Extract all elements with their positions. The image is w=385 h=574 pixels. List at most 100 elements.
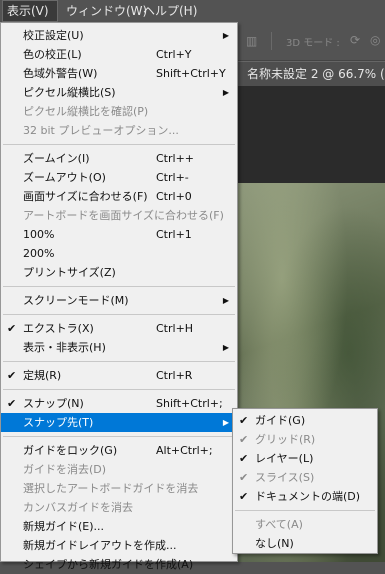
shortcut-label: Ctrl++ — [156, 152, 195, 165]
menu-separator — [3, 314, 235, 315]
menu-item-label: アートボードを画面サイズに合わせる(F) — [23, 209, 224, 222]
menu-item-label: ズームアウト(O) — [23, 171, 106, 184]
menu-item-label: なし(N) — [255, 537, 294, 550]
menu-item-label: スナップ(N) — [23, 397, 84, 410]
menu-view[interactable]: 表示(V) — [2, 0, 58, 22]
menu-separator — [3, 361, 235, 362]
menu-separator — [3, 389, 235, 390]
menu-item-label: プリントサイズ(Z) — [23, 266, 116, 279]
menu-item-label: ガイドを消去(D) — [23, 463, 107, 476]
view-menu-item-アートボードを画面サイズに合わせる: アートボードを画面サイズに合わせる(F) — [1, 206, 237, 225]
view-menu-item-ズームアウト[interactable]: ズームアウト(O) Ctrl+- — [1, 168, 237, 187]
view-menu-item-ピクセル縦横比[interactable]: ピクセル縦横比(S) ▶ — [1, 83, 237, 102]
shortcut-label: Ctrl+H — [156, 322, 194, 335]
toolbar-divider — [271, 32, 272, 50]
view-menu-item-ガイドを消去: ガイドを消去(D) — [1, 460, 237, 479]
snap-to-item-レイヤー[interactable]: ✔ レイヤー(L) — [233, 449, 377, 468]
menu-item-label: 校正設定(U) — [23, 29, 84, 42]
snap-to-item-すべて: すべて(A) — [233, 515, 377, 534]
menu-item-label: スライス(S) — [255, 471, 315, 484]
view-menu-item-定規[interactable]: ✔ 定規(R) Ctrl+R — [1, 366, 237, 385]
view-menu-item-新規ガイドレイアウトを作成[interactable]: 新規ガイドレイアウトを作成... — [1, 536, 237, 555]
menu-item-label: エクストラ(X) — [23, 322, 94, 335]
menu-item-label: すべて(A) — [255, 518, 303, 531]
menu-item-label: スナップ先(T) — [23, 416, 94, 429]
snap-to-item-なし[interactable]: なし(N) — [233, 534, 377, 553]
check-icon: ✔ — [7, 397, 17, 410]
menu-item-label: 32 bit プレビューオプション... — [23, 124, 179, 137]
menu-item-label: カンバスガイドを消去 — [23, 501, 133, 514]
menu-item-label: 新規ガイド(E)... — [23, 520, 105, 533]
submenu-arrow-icon: ▶ — [222, 296, 229, 305]
menu-item-label: 色の校正(L) — [23, 48, 82, 61]
menu-item-label: ガイドをロック(G) — [23, 444, 118, 457]
menu-separator — [3, 144, 235, 145]
submenu-arrow-icon: ▶ — [222, 418, 229, 427]
options-toolbar: ▥ 3D モード : ⟳ ◎ — [238, 22, 385, 61]
menu-window[interactable]: ウィンドウ(W) — [62, 0, 151, 22]
view-menu-item-32-bit-プレビューオプション: 32 bit プレビューオプション... — [1, 121, 237, 140]
menu-item-label: ドキュメントの端(D) — [255, 490, 361, 503]
view-menu-item-スクリーンモード[interactable]: スクリーンモード(M) ▶ — [1, 291, 237, 310]
view-menu-item-エクストラ[interactable]: ✔ エクストラ(X) Ctrl+H — [1, 319, 237, 338]
document-tab-bar: 名称未設定 2 @ 66.7% (a — [238, 61, 385, 86]
menu-item-label: ピクセル縦横比を確認(P) — [23, 105, 149, 118]
check-icon: ✔ — [239, 414, 249, 427]
menu-item-label: ガイド(G) — [255, 414, 306, 427]
shortcut-label: Ctrl+0 — [156, 190, 192, 203]
snap-to-item-ドキュメントの端[interactable]: ✔ ドキュメントの端(D) — [233, 487, 377, 506]
shortcut-label: Shift+Ctrl+; — [156, 397, 223, 410]
snap-to-submenu: ✔ ガイド(G) ✔ グリッド(R) ✔ レイヤー(L) ✔ スライス(S) ✔ ドキュメントの端… — [232, 408, 378, 554]
menu-item-label: スクリーンモード(M) — [23, 294, 129, 307]
view-menu-item-ピクセル縦横比を確認: ピクセル縦横比を確認(P) — [1, 102, 237, 121]
menu-separator — [3, 286, 235, 287]
menu-item-label: グリッド(R) — [255, 433, 316, 446]
menu-item-label: 新規ガイドレイアウトを作成... — [23, 539, 177, 552]
menubar: 表示(V) ウィンドウ(W) ヘルプ(H) — [0, 0, 385, 22]
view-menu-item-200%[interactable]: 200% — [1, 244, 237, 263]
shortcut-label: Ctrl+R — [156, 369, 193, 382]
view-menu-item-100%[interactable]: 100% Ctrl+1 — [1, 225, 237, 244]
snap-to-item-グリッド: ✔ グリッド(R) — [233, 430, 377, 449]
submenu-arrow-icon: ▶ — [222, 88, 229, 97]
menu-item-label: 色域外警告(W) — [23, 67, 98, 80]
menu-item-label: シェイプから新規ガイドを作成(A) — [23, 558, 194, 571]
view-menu-item-カンバスガイドを消去: カンバスガイドを消去 — [1, 498, 237, 517]
shortcut-label: Ctrl+1 — [156, 228, 192, 241]
shortcut-label: Alt+Ctrl+; — [156, 444, 213, 457]
3d-mode-label: 3D モード : — [286, 38, 340, 49]
view-menu-item-ズームイン[interactable]: ズームイン(I) Ctrl++ — [1, 149, 237, 168]
snap-to-item-ガイド[interactable]: ✔ ガイド(G) — [233, 411, 377, 430]
menu-item-label: ピクセル縦横比(S) — [23, 86, 116, 99]
menu-separator — [3, 436, 235, 437]
view-menu-item-画面サイズに合わせる[interactable]: 画面サイズに合わせる(F) Ctrl+0 — [1, 187, 237, 206]
view-menu-item-選択したアートボードガイドを消去: 選択したアートボードガイドを消去 — [1, 479, 237, 498]
shortcut-label: Ctrl+Y — [156, 48, 192, 61]
align-icon[interactable]: ▥ — [246, 34, 257, 48]
menu-help[interactable]: ヘルプ(H) — [139, 0, 201, 22]
view-menu-item-色域外警告[interactable]: 色域外警告(W) Shift+Ctrl+Y — [1, 64, 237, 83]
check-icon: ✔ — [7, 369, 17, 382]
menu-item-label: レイヤー(L) — [255, 452, 314, 465]
menu-item-label: 表示・非表示(H) — [23, 341, 106, 354]
submenu-arrow-icon: ▶ — [222, 31, 229, 40]
document-tab[interactable]: 名称未設定 2 @ 66.7% (a — [238, 61, 385, 86]
view-menu-item-校正設定[interactable]: 校正設定(U) ▶ — [1, 26, 237, 45]
view-menu-item-シェイプから新規ガイドを作成[interactable]: シェイプから新規ガイドを作成(A) — [1, 555, 237, 574]
view-menu-item-表示・非表示[interactable]: 表示・非表示(H) ▶ — [1, 338, 237, 357]
3d-orbit-icon[interactable]: ⟳ — [350, 33, 360, 47]
shortcut-label: Shift+Ctrl+Y — [156, 67, 226, 80]
view-menu-item-スナップ[interactable]: ✔ スナップ(N) Shift+Ctrl+; — [1, 394, 237, 413]
view-menu-item-新規ガイド[interactable]: 新規ガイド(E)... — [1, 517, 237, 536]
view-menu-item-色の校正[interactable]: 色の校正(L) Ctrl+Y — [1, 45, 237, 64]
shortcut-label: Ctrl+- — [156, 171, 189, 184]
view-menu-item-プリントサイズ[interactable]: プリントサイズ(Z) — [1, 263, 237, 282]
view-menu-item-スナップ先[interactable]: スナップ先(T) ▶ — [1, 413, 237, 432]
menu-item-label: 画面サイズに合わせる(F) — [23, 190, 148, 203]
menu-item-label: 200% — [23, 247, 55, 260]
view-menu-item-ガイドをロック[interactable]: ガイドをロック(G) Alt+Ctrl+; — [1, 441, 237, 460]
menu-separator — [235, 510, 375, 511]
snap-to-item-スライス: ✔ スライス(S) — [233, 468, 377, 487]
check-icon: ✔ — [239, 452, 249, 465]
3d-roll-icon[interactable]: ◎ — [370, 33, 380, 47]
